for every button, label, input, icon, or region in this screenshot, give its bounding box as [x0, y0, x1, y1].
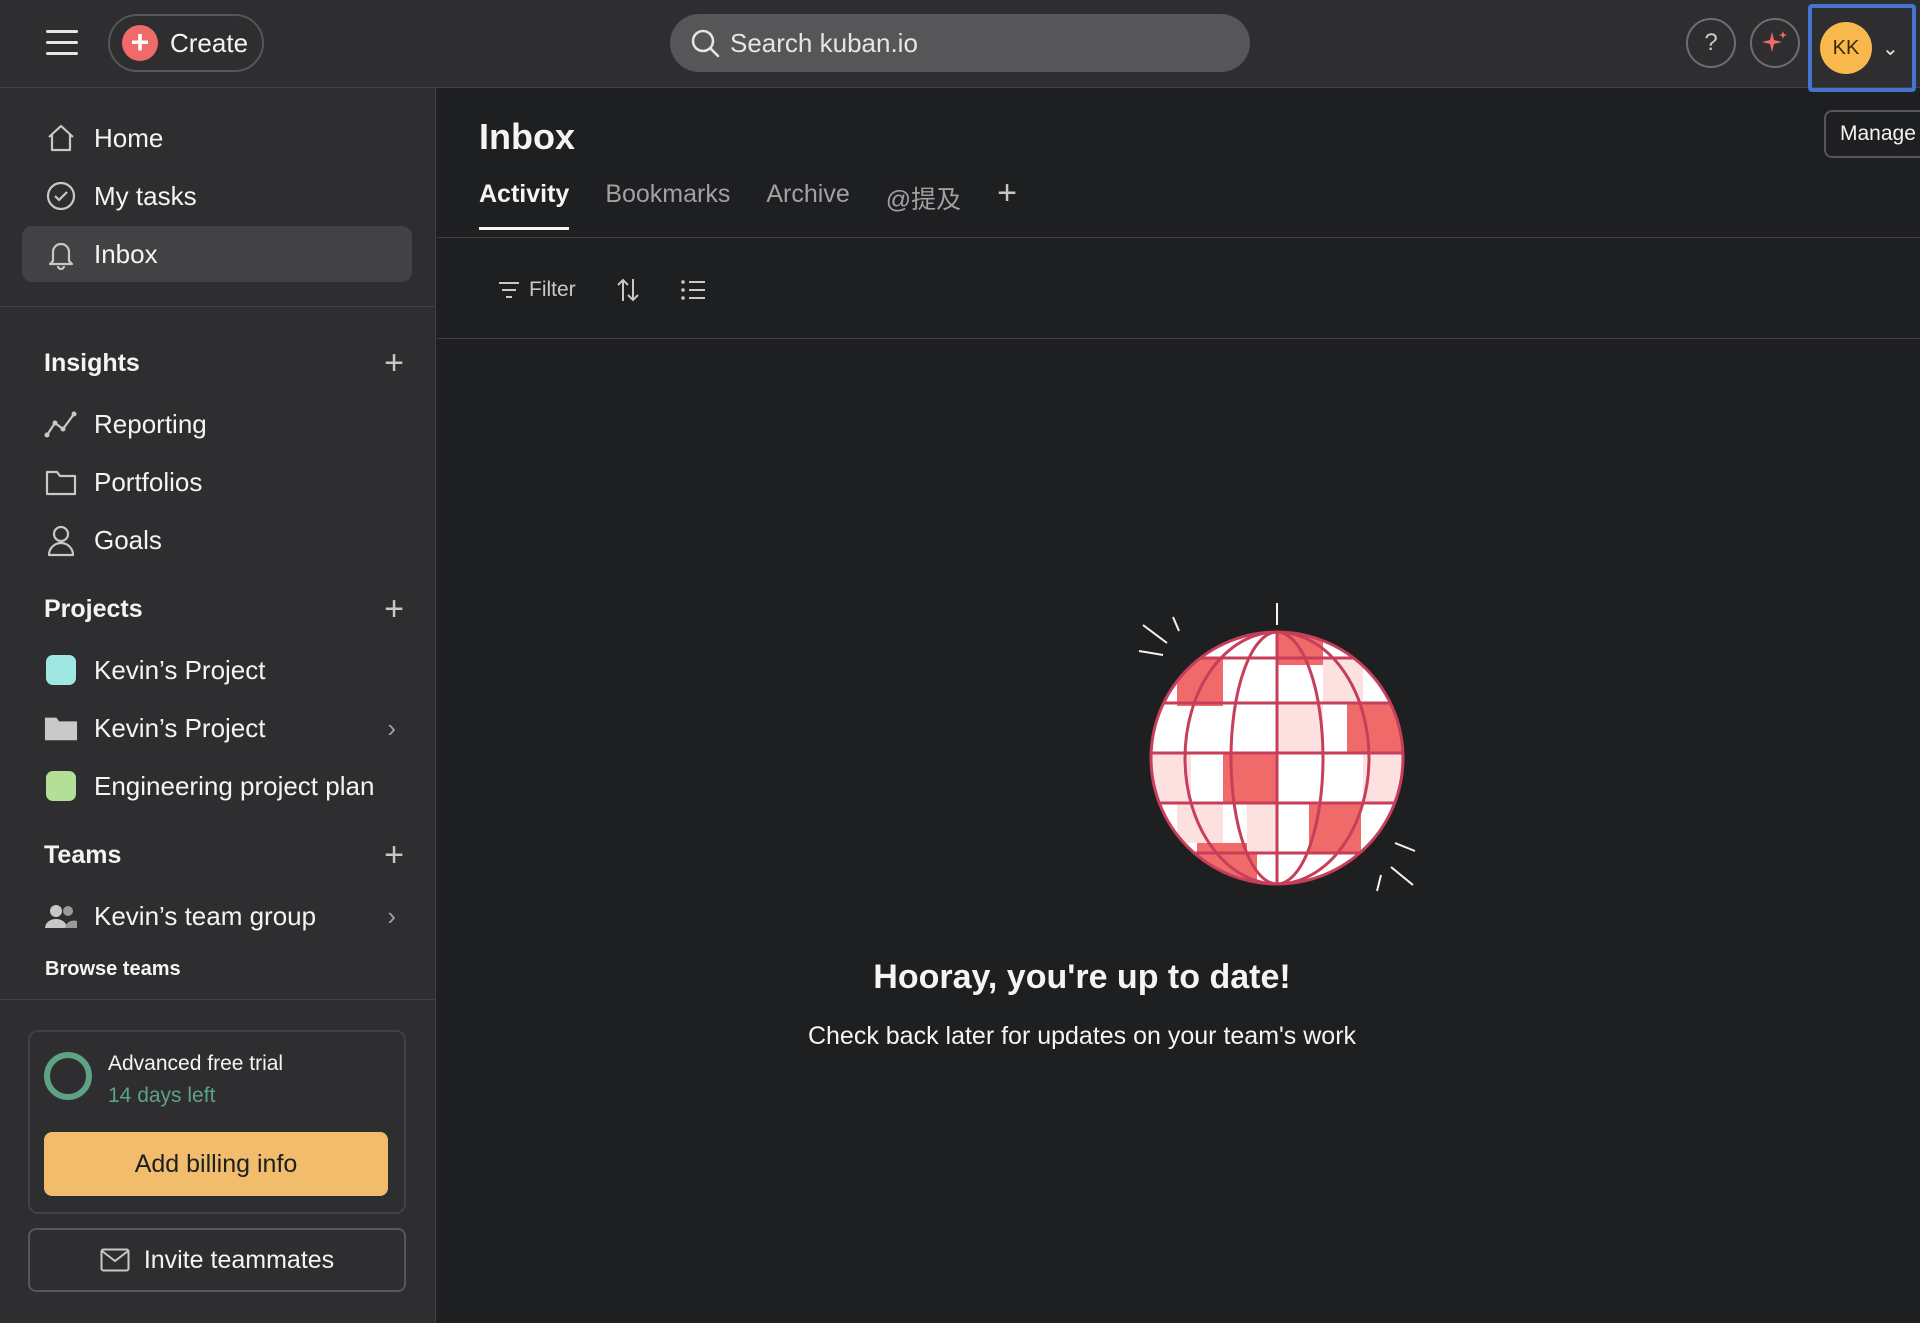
- person-icon: [44, 523, 78, 557]
- filter-label: Filter: [529, 278, 576, 301]
- filter-icon: [499, 282, 519, 298]
- green-swatch: [46, 771, 76, 801]
- insights-section-header: Insights +: [44, 343, 404, 383]
- teams-title: Teams: [44, 840, 122, 869]
- sidebar-item-label: Portfolios: [94, 466, 203, 497]
- chevron-down-icon: ⌄: [1882, 37, 1899, 60]
- insights-title: Insights: [44, 348, 140, 377]
- sidebar-item-label: Goals: [94, 524, 162, 555]
- sidebar-item-home[interactable]: Home: [22, 110, 412, 166]
- create-label: Create: [170, 27, 249, 58]
- sidebar-item-label: Home: [94, 122, 164, 153]
- tab-mentions[interactable]: @提及: [886, 180, 961, 234]
- hamburger-icon[interactable]: [40, 26, 84, 62]
- empty-state-title: Hooray, you're up to date!: [873, 958, 1291, 996]
- home-icon: [44, 121, 78, 155]
- toolbar-divider: [437, 338, 1920, 339]
- disco-ball-illustration: [1138, 603, 1416, 892]
- search-icon: [691, 29, 720, 58]
- folder-icon: [44, 465, 78, 499]
- top-bar: + Create Search kuban.io ? KK ⌄: [0, 0, 1920, 92]
- sidebar: Home My tasks Inbox Insights + Reporting…: [0, 88, 436, 1323]
- sidebar-item-portfolios[interactable]: Portfolios: [22, 454, 412, 510]
- sidebar-item-label: Engineering project plan: [94, 770, 375, 801]
- trial-card: Advanced free trial 14 days left Add bil…: [28, 1030, 406, 1214]
- trial-days-left: 14 days left: [108, 1084, 216, 1107]
- invite-teammates-button[interactable]: Invite teammates: [28, 1228, 406, 1292]
- add-billing-button[interactable]: Add billing info: [44, 1132, 388, 1196]
- filter-button[interactable]: Filter: [497, 278, 576, 302]
- sidebar-item-reporting[interactable]: Reporting: [22, 396, 412, 452]
- list-icon: [680, 280, 705, 300]
- sidebar-item-label: Kevin’s Project: [94, 654, 266, 685]
- project-color-swatch: [44, 769, 78, 803]
- sidebar-item-label: Inbox: [94, 238, 158, 269]
- chevron-right-icon[interactable]: ›: [387, 901, 396, 932]
- sidebar-item-my-tasks[interactable]: My tasks: [22, 168, 412, 224]
- tab-bookmarks[interactable]: Bookmarks: [605, 180, 730, 227]
- teal-swatch: [46, 655, 76, 685]
- plus-icon: +: [122, 25, 158, 61]
- project-color-swatch: [44, 653, 78, 687]
- folder-filled-icon: [44, 711, 78, 745]
- tabs-divider: [437, 237, 1920, 238]
- search-placeholder: Search kuban.io: [730, 27, 918, 58]
- invite-label: Invite teammates: [143, 1245, 335, 1274]
- trial-title: Advanced free trial: [108, 1052, 284, 1075]
- search-input[interactable]: Search kuban.io: [670, 14, 1250, 72]
- create-button[interactable]: + Create: [108, 14, 264, 72]
- sidebar-item-project[interactable]: Engineering project plan: [22, 758, 412, 814]
- teams-section-header: Teams +: [44, 835, 404, 875]
- sort-icon: [616, 278, 639, 302]
- sidebar-item-team[interactable]: Kevin’s team group ›: [22, 888, 412, 944]
- chevron-right-icon[interactable]: ›: [387, 713, 396, 744]
- sidebar-item-project[interactable]: Kevin’s Project: [22, 642, 412, 698]
- projects-section-header: Projects +: [44, 589, 404, 629]
- add-tab-icon[interactable]: +: [997, 176, 1017, 210]
- manage-button[interactable]: Manage: [1824, 110, 1920, 158]
- check-circle-icon: [44, 179, 78, 213]
- ai-sparkle-button[interactable]: [1750, 18, 1800, 68]
- sidebar-item-label: Reporting: [94, 408, 207, 439]
- view-options-button[interactable]: [680, 279, 706, 301]
- team-icon: [44, 899, 78, 933]
- sidebar-item-project-folder[interactable]: Kevin’s Project ›: [22, 700, 412, 756]
- tab-activity[interactable]: Activity: [479, 180, 570, 230]
- sidebar-item-label: Kevin’s team group: [94, 900, 317, 931]
- projects-title: Projects: [44, 594, 143, 623]
- sidebar-divider: [0, 306, 435, 307]
- browse-teams-link[interactable]: Browse teams: [45, 958, 181, 981]
- sidebar-item-label: My tasks: [94, 180, 197, 211]
- page-title: Inbox: [479, 116, 575, 157]
- inbox-toolbar: Filter: [497, 270, 746, 310]
- help-button[interactable]: ?: [1686, 18, 1736, 68]
- sidebar-item-inbox[interactable]: Inbox: [22, 226, 412, 282]
- main-content: Inbox Manage Activity Bookmarks Archive …: [437, 88, 1920, 1323]
- tab-archive[interactable]: Archive: [766, 180, 849, 227]
- add-project-icon[interactable]: +: [384, 592, 404, 626]
- add-insight-icon[interactable]: +: [384, 346, 404, 380]
- sidebar-divider: [0, 999, 435, 1000]
- account-menu[interactable]: KK ⌄: [1808, 4, 1916, 92]
- add-team-icon[interactable]: +: [384, 838, 404, 872]
- empty-state-subtitle: Check back later for updates on your tea…: [807, 1022, 1357, 1050]
- chart-line-icon: [44, 407, 78, 441]
- sort-button[interactable]: [616, 277, 640, 303]
- trial-progress-ring: [44, 1052, 92, 1100]
- mail-icon: [100, 1248, 130, 1272]
- sidebar-item-label: Kevin’s Project: [94, 712, 266, 743]
- sidebar-item-goals[interactable]: Goals: [22, 512, 412, 568]
- sparkle-icon: [1762, 31, 1787, 52]
- bell-icon: [44, 237, 78, 271]
- avatar: KK: [1820, 22, 1872, 74]
- inbox-tabs: Activity Bookmarks Archive @提及 +: [479, 176, 1017, 238]
